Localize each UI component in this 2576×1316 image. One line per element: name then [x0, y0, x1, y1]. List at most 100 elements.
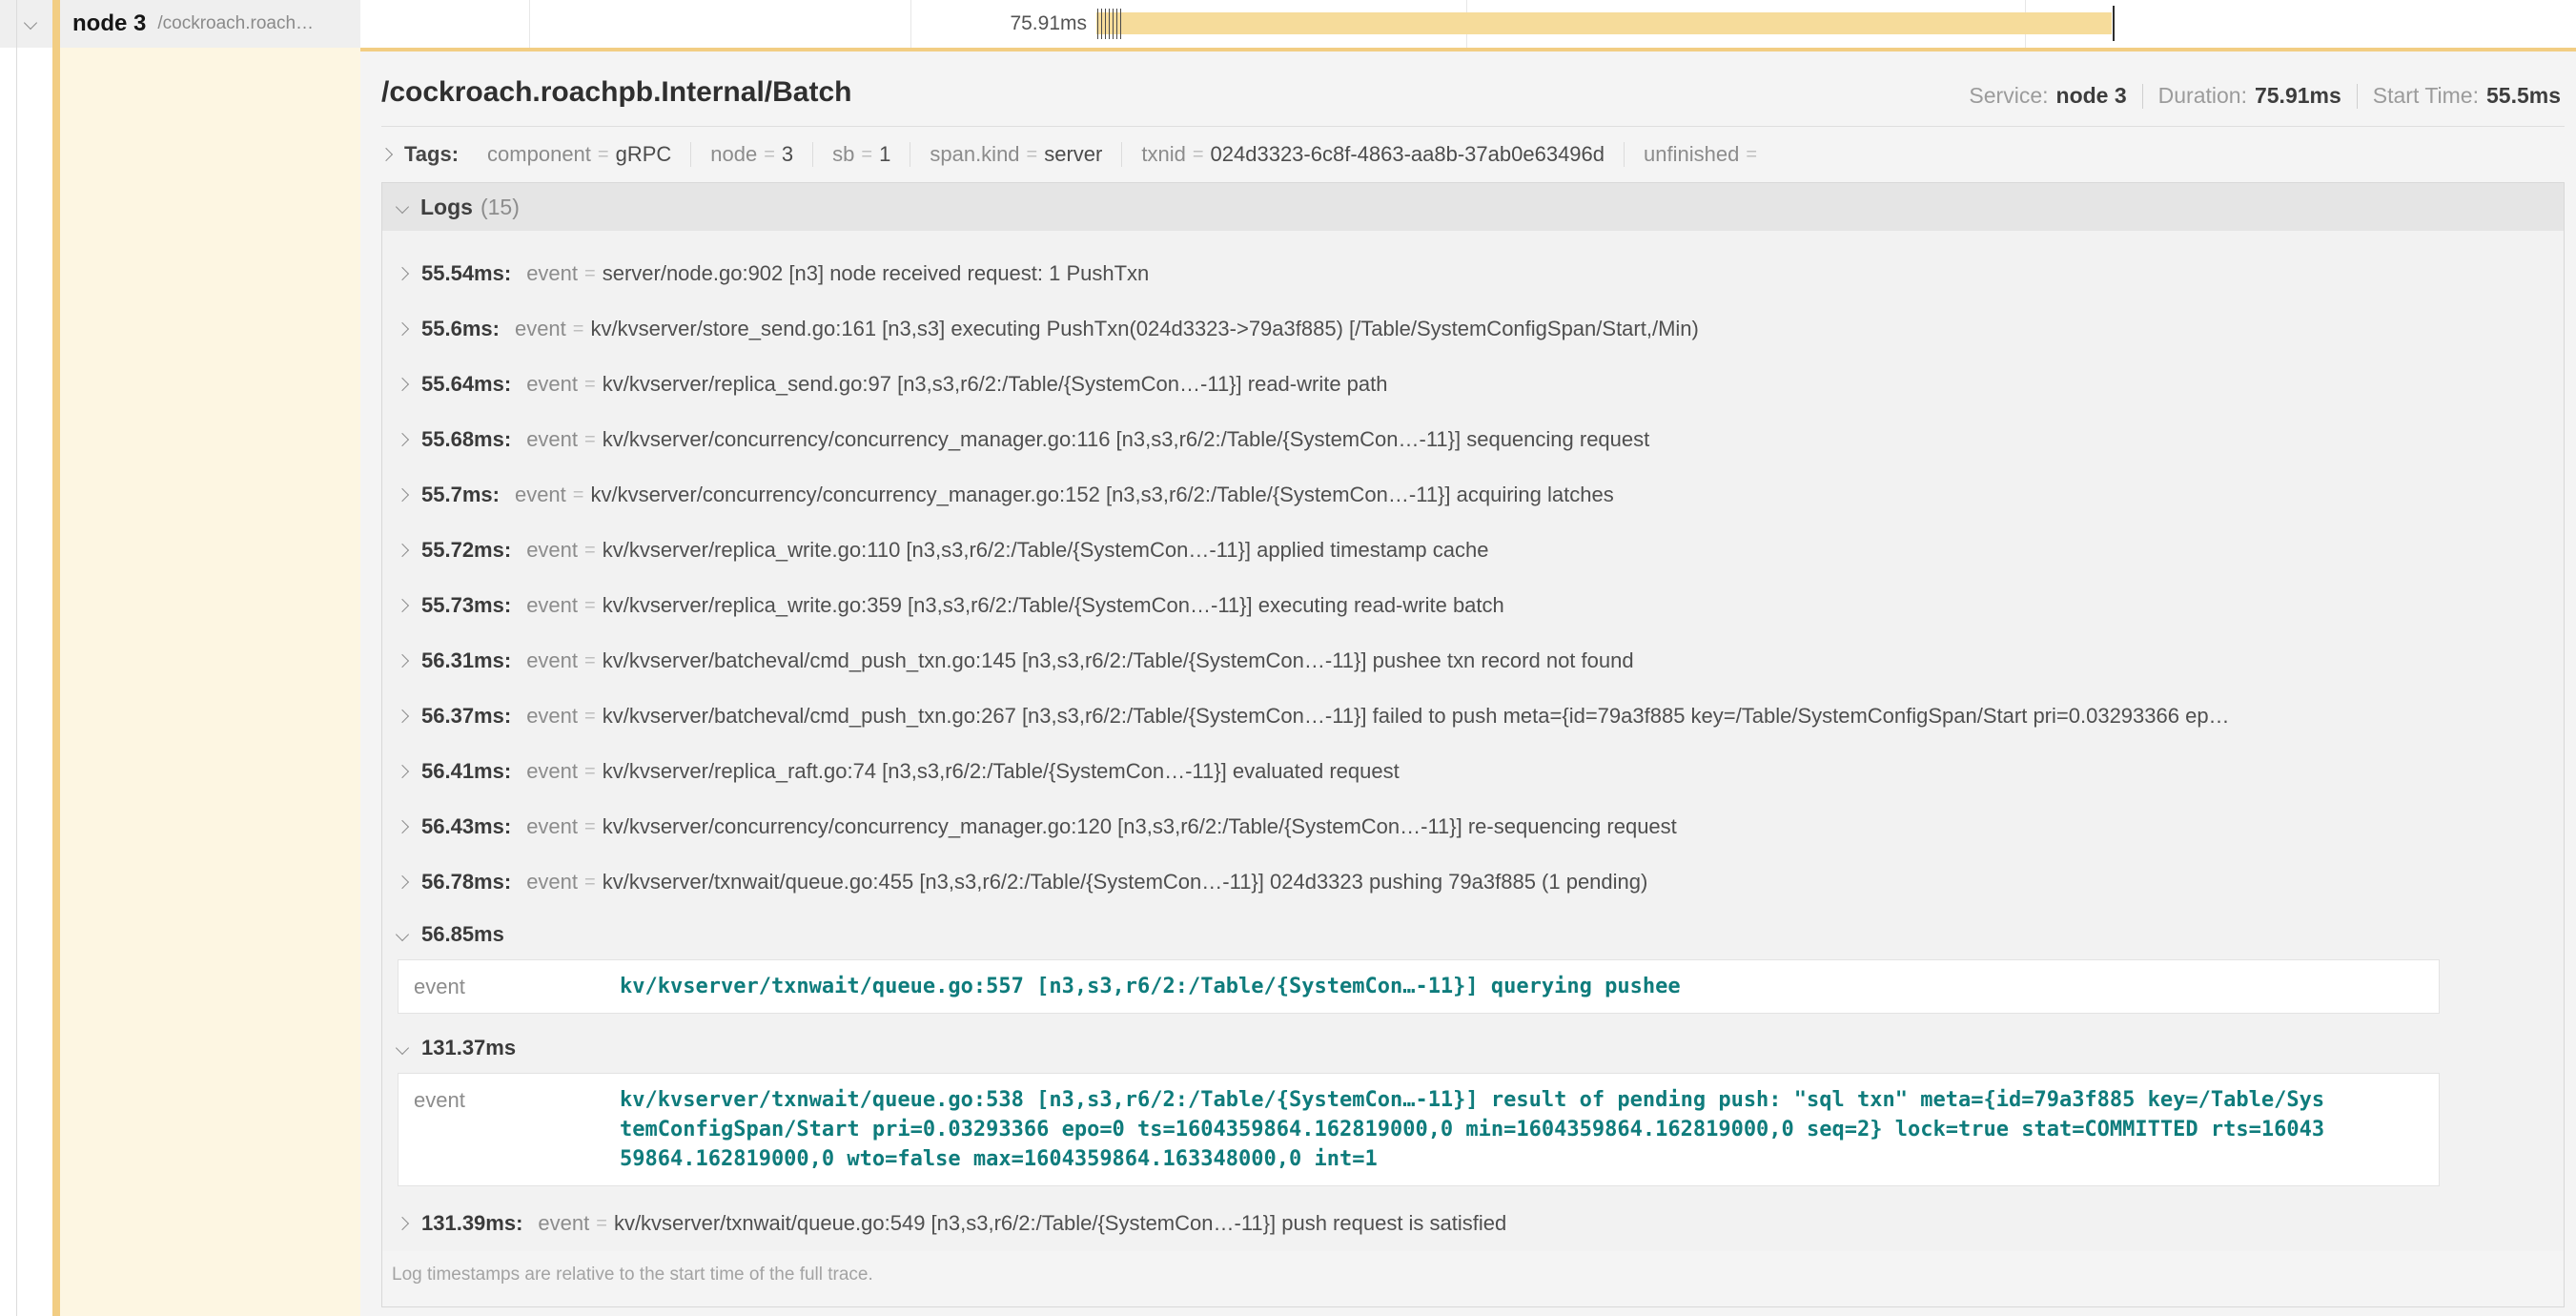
log-fields-table: event kv/kvserver/txnwait/queue.go:538 […: [398, 1073, 2440, 1186]
tag-key: span.kind: [930, 142, 1019, 167]
log-row[interactable]: 55.68ms: event = kv/kvserver/concurrency…: [382, 412, 2564, 467]
log-field-key: event: [399, 972, 620, 1001]
chevron-right-icon: [396, 322, 409, 336]
log-field-value: kv/kvserver/batcheval/cmd_push_txn.go:26…: [603, 704, 2230, 729]
log-marker-tick: [1097, 9, 1098, 39]
log-row-expanded-header[interactable]: 131.37ms: [382, 1023, 2564, 1073]
log-field-value: kv/kvserver/replica_write.go:359 [n3,s3,…: [603, 593, 1504, 618]
span-detail-panel: /cockroach.roachpb.Internal/Batch Servic…: [360, 48, 2576, 1316]
log-row[interactable]: 55.64ms: event = kv/kvserver/replica_sen…: [382, 357, 2564, 412]
log-field-value: kv/kvserver/replica_raft.go:74 [n3,s3,r6…: [603, 759, 1400, 784]
timeline-row: 75.91ms: [360, 0, 2576, 48]
tag-item: sb = 1: [813, 142, 910, 167]
chevron-right-icon: [396, 875, 409, 889]
chevron-right-icon: [396, 488, 409, 502]
log-timestamp: 55.54ms:: [421, 261, 511, 286]
tag-equals: =: [861, 144, 872, 166]
log-timestamp: 55.64ms:: [421, 372, 511, 397]
log-field-key: event: [526, 372, 578, 397]
logs-title: Logs: [420, 195, 473, 220]
log-row[interactable]: 56.37ms: event = kv/kvserver/batcheval/c…: [382, 689, 2564, 744]
log-timestamp: 131.39ms:: [421, 1211, 522, 1236]
log-field-key: event: [526, 648, 578, 673]
tag-item: node = 3: [691, 142, 813, 167]
span-operation-name: /cockroach.roach…: [157, 13, 314, 34]
log-marker-tick: [1113, 9, 1114, 39]
chevron-right-icon: [396, 654, 409, 668]
log-row[interactable]: 55.54ms: event = server/node.go:902 [n3]…: [382, 246, 2564, 301]
log-row[interactable]: 55.73ms: event = kv/kvserver/replica_wri…: [382, 578, 2564, 633]
tags-row[interactable]: Tags: component = gRPC node = 3 sb = 1 s…: [360, 127, 2576, 180]
log-timestamp: 56.31ms:: [421, 648, 511, 673]
log-field-key: event: [526, 814, 578, 839]
log-equals: =: [584, 761, 596, 783]
log-field-value: kv/kvserver/concurrency/concurrency_mana…: [603, 427, 1650, 452]
log-marker-tick: [1101, 9, 1102, 39]
log-field-key: event: [399, 1085, 620, 1174]
span-color-accent-bar: [52, 0, 60, 1316]
log-marker-tick: [1116, 9, 1117, 39]
chevron-right-icon: [396, 378, 409, 391]
log-row[interactable]: 55.6ms: event = kv/kvserver/store_send.g…: [382, 301, 2564, 357]
chevron-right-icon: [396, 820, 409, 833]
log-row-expanded: 56.85ms event kv/kvserver/txnwait/queue.…: [382, 910, 2564, 1014]
duration-value: 75.91ms: [2255, 83, 2341, 109]
log-row-expanded-header[interactable]: 56.85ms: [382, 910, 2564, 959]
timeline-gridline: [910, 0, 911, 48]
log-field-key: event: [526, 704, 578, 729]
log-field-value: kv/kvserver/txnwait/queue.go:549 [n3,s3,…: [614, 1211, 1506, 1236]
log-timestamp: 55.72ms:: [421, 538, 511, 563]
log-field-key: event: [526, 427, 578, 452]
log-field-key: event: [538, 1211, 589, 1236]
service-label: Service:: [1969, 83, 2048, 109]
log-equals: =: [573, 319, 584, 340]
tag-equals: =: [1746, 144, 1757, 166]
timeline-gridline: [529, 0, 530, 48]
log-timestamp: 56.41ms:: [421, 759, 511, 784]
log-equals: =: [584, 706, 596, 728]
log-timestamp: 56.78ms:: [421, 870, 511, 894]
span-duration-bar[interactable]: [1096, 12, 2112, 34]
tag-key: txnid: [1141, 142, 1185, 167]
log-row[interactable]: 55.72ms: event = kv/kvserver/replica_wri…: [382, 523, 2564, 578]
log-equals: =: [584, 595, 596, 617]
log-marker-tick: [1109, 9, 1110, 39]
chevron-right-icon: [396, 599, 409, 612]
span-row-label[interactable]: node 3 /cockroach.roach…: [72, 0, 314, 48]
log-field-key: event: [515, 483, 566, 507]
tag-item: unfinished =: [1625, 142, 1783, 167]
log-timestamp: 56.37ms:: [421, 704, 511, 729]
tag-key: node: [710, 142, 757, 167]
logs-footer-note: Log timestamps are relative to the start…: [382, 1251, 2564, 1306]
log-field-value: kv/kvserver/txnwait/queue.go:557 [n3,s3,…: [620, 972, 2336, 1001]
log-field-value: kv/kvserver/replica_send.go:97 [n3,s3,r6…: [603, 372, 1388, 397]
log-equals: =: [584, 374, 596, 396]
log-marker-tick: [1105, 9, 1106, 39]
log-field-value: kv/kvserver/store_send.go:161 [n3,s3] ex…: [590, 317, 1698, 341]
tag-item: component = gRPC: [468, 142, 691, 167]
log-equals: =: [584, 540, 596, 562]
log-fields-table: event kv/kvserver/txnwait/queue.go:557 […: [398, 959, 2440, 1014]
logs-header[interactable]: Logs (15): [382, 183, 2564, 231]
tag-key: sb: [832, 142, 854, 167]
log-field-key: event: [526, 538, 578, 563]
tag-item: span.kind = server: [910, 142, 1122, 167]
span-title: /cockroach.roachpb.Internal/Batch: [381, 76, 851, 109]
log-field-key: event: [515, 317, 566, 341]
duration-label: Duration:: [2158, 83, 2247, 109]
service-value: node 3: [2056, 83, 2127, 109]
log-row[interactable]: 56.78ms: event = kv/kvserver/txnwait/que…: [382, 854, 2564, 910]
log-row[interactable]: 131.39ms: event = kv/kvserver/txnwait/qu…: [382, 1196, 2564, 1251]
log-field-value: kv/kvserver/concurrency/concurrency_mana…: [590, 483, 1613, 507]
log-marker-tick-end: [2113, 6, 2115, 41]
log-row[interactable]: 56.43ms: event = kv/kvserver/concurrency…: [382, 799, 2564, 854]
log-row[interactable]: 56.41ms: event = kv/kvserver/replica_raf…: [382, 744, 2564, 799]
log-row[interactable]: 55.7ms: event = kv/kvserver/concurrency/…: [382, 467, 2564, 523]
log-row[interactable]: 56.31ms: event = kv/kvserver/batcheval/c…: [382, 633, 2564, 689]
chevron-right-icon: [396, 709, 409, 723]
log-field-value: kv/kvserver/concurrency/concurrency_mana…: [603, 814, 1677, 839]
meta-separator: [2142, 84, 2143, 109]
log-equals: =: [573, 484, 584, 506]
chevron-right-icon: [396, 267, 409, 280]
log-equals: =: [584, 429, 596, 451]
